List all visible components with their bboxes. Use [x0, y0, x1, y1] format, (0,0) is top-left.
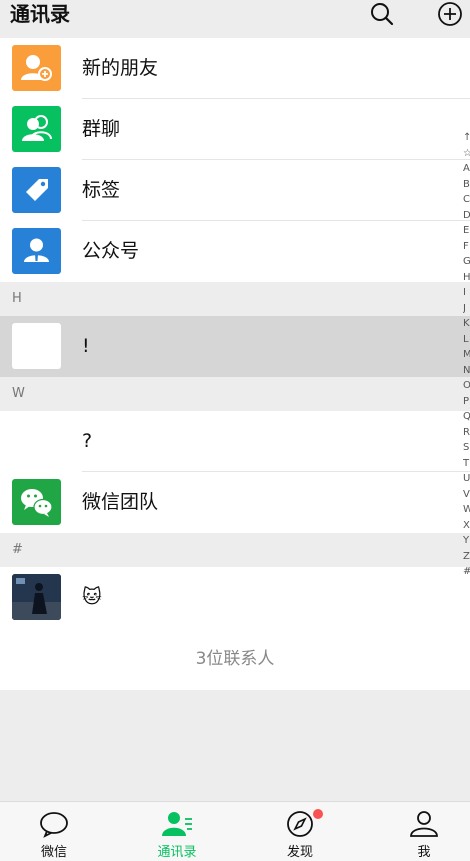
person-icon — [410, 811, 438, 837]
group-chats-row[interactable]: 群聊 — [0, 99, 470, 160]
official-accounts-row[interactable]: 公众号 — [0, 221, 470, 282]
compass-icon — [287, 811, 313, 837]
index-letter[interactable]: N — [463, 363, 470, 379]
add-friend-icon — [21, 55, 52, 81]
official-account-icon — [24, 238, 49, 262]
contacts-icon — [162, 812, 192, 836]
index-letter[interactable]: Z — [463, 549, 470, 565]
tab-label: 我 — [417, 845, 431, 860]
official-accounts-avatar — [12, 228, 61, 274]
contact-avatar — [12, 323, 61, 369]
index-letter[interactable]: R — [463, 425, 470, 441]
contact-count: 3位联系人 — [0, 628, 470, 690]
index-letter[interactable]: B — [463, 177, 470, 193]
index-letter[interactable]: W — [463, 502, 470, 518]
tab-label: 通讯录 — [157, 845, 197, 860]
index-letter[interactable]: X — [463, 518, 470, 534]
index-letter[interactable]: K — [463, 316, 470, 332]
new-friends-row[interactable]: 新的朋友 — [0, 38, 470, 99]
index-letter[interactable]: ↑ — [463, 130, 470, 146]
index-letter[interactable]: L — [463, 332, 470, 348]
index-letter[interactable]: O — [463, 378, 470, 394]
notification-dot — [313, 809, 323, 819]
tab-discover[interactable]: 发现 — [260, 802, 340, 861]
section-header-w: W — [0, 377, 470, 411]
tab-chats[interactable]: 微信 — [14, 802, 94, 861]
contact-name: ? — [82, 430, 93, 452]
contact-row[interactable]: 🐱 — [0, 567, 470, 628]
index-letter[interactable]: E — [463, 223, 470, 239]
index-letter[interactable]: J — [463, 301, 470, 317]
index-letter[interactable]: Y — [463, 533, 470, 549]
contact-row[interactable]: 微信团队 — [0, 472, 470, 533]
index-letter[interactable]: A — [463, 161, 470, 177]
index-letter[interactable]: P — [463, 394, 470, 410]
page-title: 通讯录 — [10, 2, 70, 26]
tag-icon — [26, 179, 48, 201]
index-letter[interactable]: H — [463, 270, 470, 286]
new-friends-avatar — [12, 45, 61, 91]
wechat-logo-icon — [21, 489, 53, 517]
tab-label: 微信 — [40, 845, 67, 860]
contact-photo-avatar — [12, 574, 61, 620]
index-letter[interactable]: C — [463, 192, 470, 208]
tab-me[interactable]: 我 — [384, 802, 464, 861]
index-letter[interactable]: I — [463, 285, 470, 301]
contact-list: 新的朋友 群聊 标签 公众号 H ! W ? 微信团队 # 🐱 3位联系人 — [0, 38, 470, 690]
search-icon — [371, 3, 394, 26]
index-letter[interactable]: Q — [463, 409, 470, 425]
photo-icon — [12, 574, 61, 620]
index-letter[interactable]: D — [463, 208, 470, 224]
contact-avatar — [12, 418, 61, 464]
tags-row[interactable]: 标签 — [0, 160, 470, 221]
index-letter[interactable]: S — [463, 440, 470, 456]
group-chats-avatar — [12, 106, 61, 152]
row-label: 标签 — [82, 179, 121, 201]
add-button[interactable] — [437, 1, 463, 27]
tab-label: 发现 — [286, 845, 313, 860]
contact-name: 微信团队 — [82, 491, 159, 513]
tab-contacts[interactable]: 通讯录 — [137, 802, 217, 861]
top-bar: 通讯录 — [0, 0, 470, 38]
contact-row[interactable]: ! — [0, 316, 470, 377]
row-label: 新的朋友 — [82, 57, 159, 79]
contact-row[interactable]: ? — [0, 411, 470, 472]
contact-name: 🐱 — [82, 586, 102, 608]
tags-avatar — [12, 167, 61, 213]
section-header-hash: # — [0, 533, 470, 567]
index-letter[interactable]: T — [463, 456, 470, 472]
contact-name: ! — [82, 335, 90, 357]
index-letter[interactable]: V — [463, 487, 470, 503]
tab-bar: 微信 通讯录 发现 我 — [0, 801, 470, 861]
index-letter[interactable]: # — [463, 564, 470, 580]
index-letter[interactable]: ☆ — [463, 146, 470, 162]
section-header-h: H — [0, 282, 470, 316]
row-label: 群聊 — [82, 118, 121, 140]
chat-bubble-icon — [40, 812, 68, 838]
index-letter[interactable]: G — [463, 254, 470, 270]
row-label: 公众号 — [82, 240, 140, 262]
index-letter[interactable]: M — [463, 347, 470, 363]
group-icon — [22, 115, 52, 141]
search-button[interactable] — [369, 1, 395, 27]
wechat-team-avatar — [12, 479, 61, 525]
alphabet-index[interactable]: ↑☆ABCDEFGHIJKLMNOPQRSTUVWXYZ# — [463, 130, 470, 700]
index-letter[interactable]: F — [463, 239, 470, 255]
index-letter[interactable]: U — [463, 471, 470, 487]
plus-circle-icon — [438, 2, 462, 26]
